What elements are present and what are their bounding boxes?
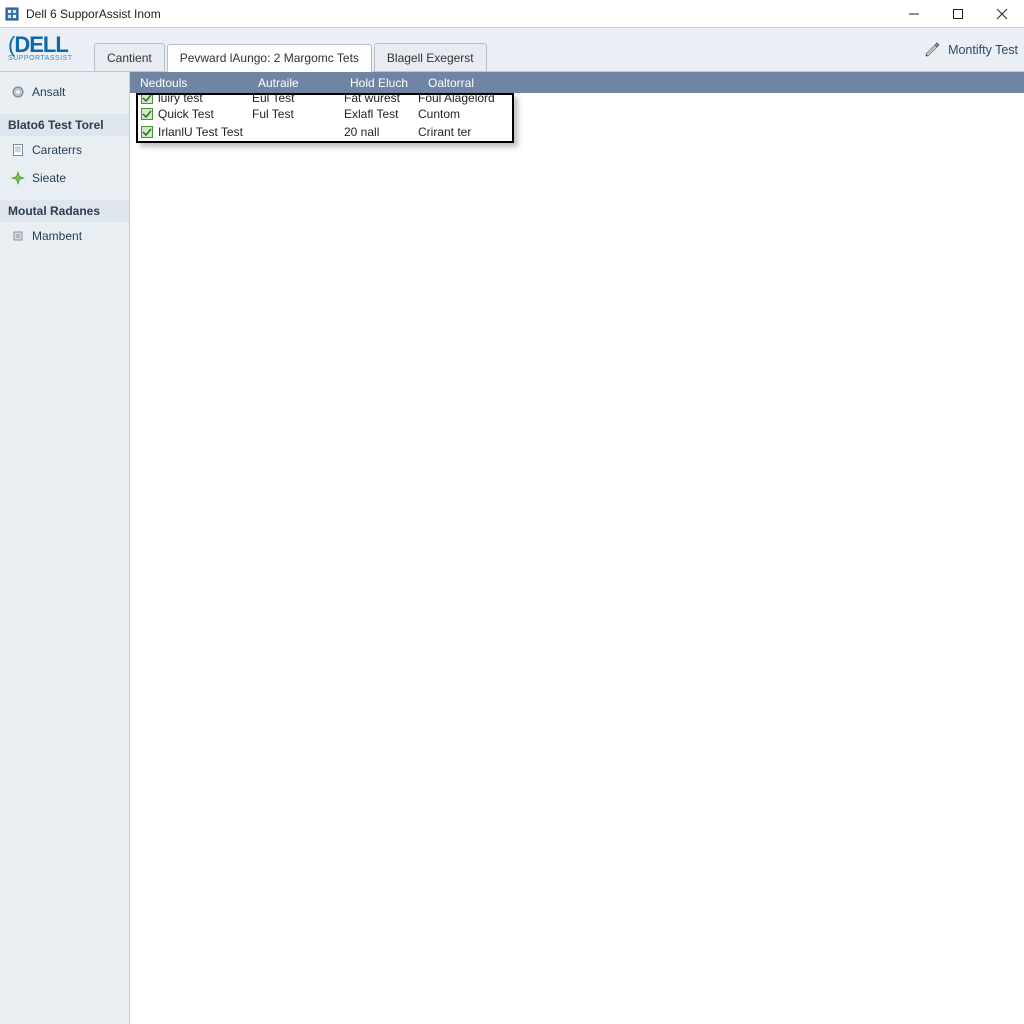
table-row[interactable]: luiry test Eul Test Fat wurest Foul Alag… <box>138 95 512 105</box>
body: Ansalt Blato6 Test Torel Caraterrs <box>0 72 1024 1024</box>
test-icon <box>140 125 154 139</box>
window-title: Dell 6 SupporAssist Inom <box>26 7 161 21</box>
close-button[interactable] <box>980 0 1024 28</box>
main-content: Nedtouls Autraile Hold Eluch Oaltorral l… <box>130 72 1024 1024</box>
column-header-row: Nedtouls Autraile Hold Eluch Oaltorral <box>130 72 1024 93</box>
table-row[interactable]: Quick Test Ful Test Exlafl Test Cuntom <box>138 105 512 123</box>
cell-value: IrlanlU Test Test <box>158 125 243 139</box>
cell-value: 20 nall <box>344 125 418 139</box>
cell-value: luiry test <box>158 95 203 105</box>
sidebar-item-label: Ansalt <box>32 85 65 99</box>
cell-value: Fat wurest <box>344 95 418 105</box>
minimize-button[interactable] <box>892 0 936 28</box>
header-actions: Montifty Test <box>922 28 1024 71</box>
sidebar-heading-label: Moutal Radanes <box>8 204 100 218</box>
sidebar-item-ansalt[interactable]: Ansalt <box>0 78 129 106</box>
column-header[interactable]: Hold Eluch <box>350 76 428 90</box>
cell-value: Ful Test <box>252 107 344 121</box>
sidebar-item-label: Sieate <box>32 171 66 185</box>
pencil-icon[interactable] <box>922 40 942 60</box>
tabstrip: Cantient Pevward lAungo: 2 Margomc Tets … <box>94 41 487 71</box>
dell-wordmark: (DELL <box>8 36 130 54</box>
column-header[interactable]: Nedtouls <box>140 76 258 90</box>
cell-value: Crirant ter <box>418 125 508 139</box>
sidebar-item-label: Caraterrs <box>32 143 82 157</box>
cell-value: Quick Test <box>158 107 214 121</box>
test-icon <box>140 95 154 105</box>
column-header[interactable]: Oaltorral <box>428 76 548 90</box>
test-icon <box>140 107 154 121</box>
sidebar-item-sieate[interactable]: Sieate <box>0 164 129 192</box>
header-action-label[interactable]: Montifty Test <box>948 43 1018 57</box>
tab-blagell[interactable]: Blagell Exegerst <box>374 43 487 71</box>
sidebar-item-caraterrs[interactable]: Caraterrs <box>0 136 129 164</box>
sidebar-item-label: Mambent <box>32 229 82 243</box>
sidebar-item-mambent[interactable]: Mambent <box>0 222 129 250</box>
sparkle-icon <box>10 170 26 186</box>
header: (DELL supportassist Cantient Pevward lAu… <box>0 28 1024 72</box>
dell-wordmark-text: DELL <box>14 32 67 57</box>
cell-value: Eul Test <box>252 95 344 105</box>
test-options-box: luiry test Eul Test Fat wurest Foul Alag… <box>136 93 514 143</box>
sidebar-heading-moutal: Moutal Radanes <box>0 200 129 222</box>
sidebar-heading-blato6: Blato6 Test Torel <box>0 114 129 136</box>
sidebar: Ansalt Blato6 Test Torel Caraterrs <box>0 72 130 1024</box>
document-icon <box>10 142 26 158</box>
cell-value: Foul Alagelord <box>418 95 508 105</box>
chip-icon <box>10 228 26 244</box>
gear-icon <box>10 84 26 100</box>
maximize-button[interactable] <box>936 0 980 28</box>
sidebar-heading-label: Blato6 Test Torel <box>8 118 104 132</box>
table-row[interactable]: IrlanlU Test Test 20 nall Crirant ter <box>138 123 512 141</box>
titlebar: Dell 6 SupporAssist Inom <box>0 0 1024 28</box>
tab-pevward[interactable]: Pevward lAungo: 2 Margomc Tets <box>167 44 372 72</box>
cell-value: Cuntom <box>418 107 508 121</box>
cell-value: Exlafl Test <box>344 107 418 121</box>
app-icon <box>4 6 20 22</box>
column-header[interactable]: Autraile <box>258 76 350 90</box>
